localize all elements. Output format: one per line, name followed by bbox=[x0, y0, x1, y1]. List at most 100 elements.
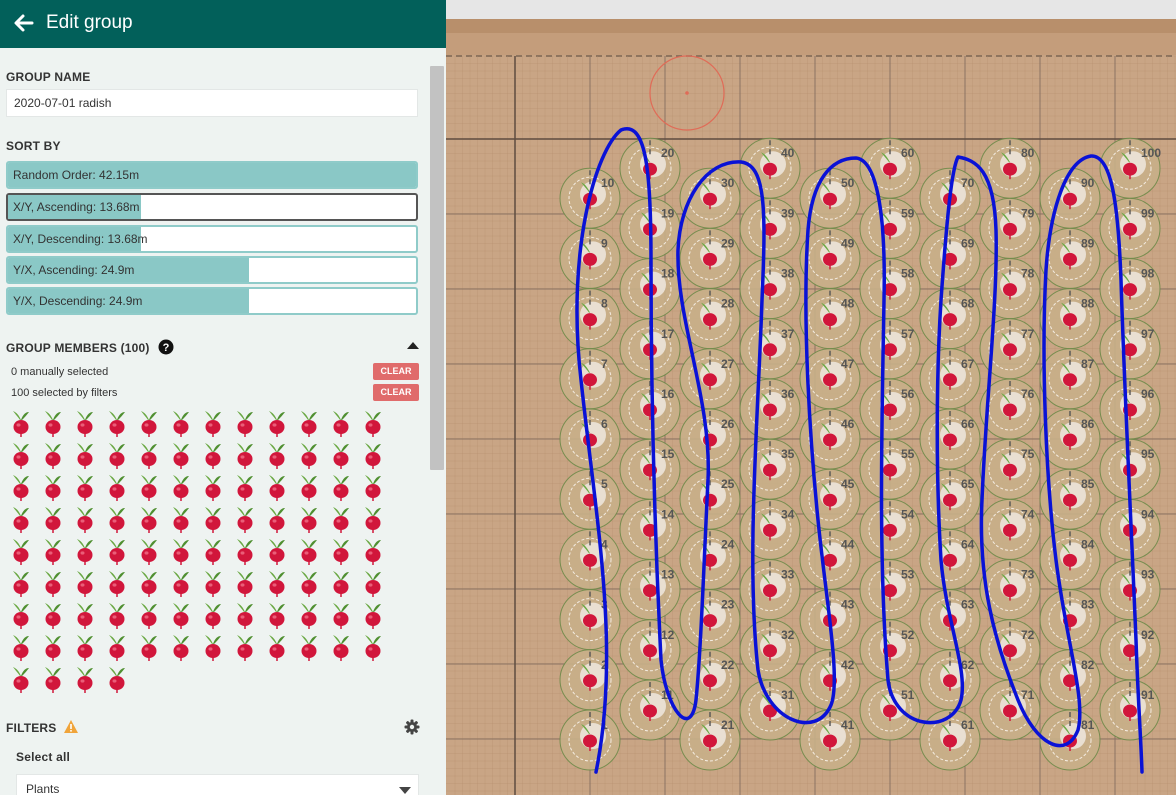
radish-icon[interactable] bbox=[42, 602, 64, 629]
radish-icon[interactable] bbox=[643, 644, 657, 658]
radish-icon[interactable] bbox=[298, 442, 320, 469]
radish-icon[interactable] bbox=[583, 614, 597, 628]
radish-icon[interactable] bbox=[703, 614, 717, 628]
radish-icon[interactable] bbox=[170, 410, 192, 437]
clear-manual-button[interactable]: CLEAR bbox=[373, 363, 419, 380]
radish-icon[interactable] bbox=[1063, 252, 1077, 266]
radish-icon[interactable] bbox=[362, 570, 384, 597]
radish-icon[interactable] bbox=[943, 493, 957, 507]
radish-icon[interactable] bbox=[330, 442, 352, 469]
radish-icon[interactable] bbox=[583, 252, 597, 266]
radish-icon[interactable] bbox=[42, 634, 64, 661]
radish-icon[interactable] bbox=[74, 442, 96, 469]
select-all-label[interactable]: Select all bbox=[16, 750, 70, 764]
radish-icon[interactable] bbox=[943, 433, 957, 447]
plant-type-select[interactable]: Plants bbox=[16, 774, 419, 795]
radish-icon[interactable] bbox=[763, 283, 777, 297]
radish-icon[interactable] bbox=[643, 704, 657, 718]
radish-icon[interactable] bbox=[74, 634, 96, 661]
radish-icon[interactable] bbox=[202, 410, 224, 437]
radish-icon[interactable] bbox=[234, 538, 256, 565]
radish-icon[interactable] bbox=[10, 570, 32, 597]
radish-icon[interactable] bbox=[330, 602, 352, 629]
radish-icon[interactable] bbox=[74, 666, 96, 693]
radish-icon[interactable] bbox=[266, 474, 288, 501]
radish-icon[interactable] bbox=[883, 403, 897, 417]
garden-map[interactable]: 10 9 8 7 6 5 4 3 2 1 20 19 18 17 16 15 14 13 12 11 30 29 28 27 2… bbox=[446, 0, 1176, 795]
radish-icon[interactable] bbox=[330, 634, 352, 661]
sort-option[interactable]: X/Y, Descending: 13.68m bbox=[6, 225, 418, 253]
radish-icon[interactable] bbox=[266, 634, 288, 661]
radish-icon[interactable] bbox=[362, 602, 384, 629]
radish-icon[interactable] bbox=[170, 570, 192, 597]
radish-icon[interactable] bbox=[330, 570, 352, 597]
radish-icon[interactable] bbox=[1003, 222, 1017, 236]
radish-icon[interactable] bbox=[703, 252, 717, 266]
radish-icon[interactable] bbox=[362, 442, 384, 469]
radish-icon[interactable] bbox=[763, 463, 777, 477]
radish-icon[interactable] bbox=[1123, 162, 1137, 176]
radish-icon[interactable] bbox=[138, 506, 160, 533]
radish-icon[interactable] bbox=[266, 570, 288, 597]
radish-icon[interactable] bbox=[266, 442, 288, 469]
radish-icon[interactable] bbox=[138, 634, 160, 661]
back-arrow-icon[interactable] bbox=[12, 12, 34, 34]
radish-icon[interactable] bbox=[234, 442, 256, 469]
radish-icon[interactable] bbox=[10, 410, 32, 437]
radish-icon[interactable] bbox=[10, 474, 32, 501]
radish-icon[interactable] bbox=[10, 634, 32, 661]
radish-icon[interactable] bbox=[42, 474, 64, 501]
radish-icon[interactable] bbox=[10, 602, 32, 629]
radish-icon[interactable] bbox=[943, 313, 957, 327]
radish-icon[interactable] bbox=[170, 538, 192, 565]
radish-icon[interactable] bbox=[234, 474, 256, 501]
radish-icon[interactable] bbox=[1063, 493, 1077, 507]
radish-icon[interactable] bbox=[823, 192, 837, 206]
collapse-chevron-icon[interactable] bbox=[406, 340, 420, 350]
radish-icon[interactable] bbox=[763, 523, 777, 537]
radish-icon[interactable] bbox=[170, 506, 192, 533]
radish-icon[interactable] bbox=[1123, 283, 1137, 297]
radish-icon[interactable] bbox=[10, 442, 32, 469]
radish-icon[interactable] bbox=[298, 474, 320, 501]
radish-icon[interactable] bbox=[234, 602, 256, 629]
radish-icon[interactable] bbox=[10, 506, 32, 533]
sort-option[interactable]: X/Y, Ascending: 13.68m bbox=[6, 193, 418, 221]
radish-icon[interactable] bbox=[266, 506, 288, 533]
radish-icon[interactable] bbox=[643, 403, 657, 417]
radish-icon[interactable] bbox=[883, 463, 897, 477]
radish-icon[interactable] bbox=[823, 493, 837, 507]
radish-icon[interactable] bbox=[1003, 283, 1017, 297]
radish-icon[interactable] bbox=[1063, 373, 1077, 387]
radish-icon[interactable] bbox=[138, 570, 160, 597]
radish-icon[interactable] bbox=[202, 442, 224, 469]
radish-icon[interactable] bbox=[138, 442, 160, 469]
radish-icon[interactable] bbox=[74, 474, 96, 501]
radish-icon[interactable] bbox=[362, 506, 384, 533]
panel-scrollbar-thumb[interactable] bbox=[430, 66, 444, 470]
radish-icon[interactable] bbox=[1003, 584, 1017, 598]
radish-icon[interactable] bbox=[1003, 704, 1017, 718]
radish-icon[interactable] bbox=[106, 506, 128, 533]
radish-icon[interactable] bbox=[703, 313, 717, 327]
radish-icon[interactable] bbox=[42, 442, 64, 469]
radish-icon[interactable] bbox=[234, 410, 256, 437]
radish-icon[interactable] bbox=[170, 474, 192, 501]
radish-icon[interactable] bbox=[883, 584, 897, 598]
radish-icon[interactable] bbox=[823, 734, 837, 748]
clear-filter-button[interactable]: CLEAR bbox=[373, 384, 419, 401]
sort-option[interactable]: Y/X, Descending: 24.9m bbox=[6, 287, 418, 315]
radish-icon[interactable] bbox=[298, 634, 320, 661]
radish-icon[interactable] bbox=[330, 538, 352, 565]
radish-icon[interactable] bbox=[42, 410, 64, 437]
radish-icon[interactable] bbox=[298, 538, 320, 565]
radish-icon[interactable] bbox=[42, 570, 64, 597]
radish-icon[interactable] bbox=[106, 474, 128, 501]
radish-icon[interactable] bbox=[74, 506, 96, 533]
radish-icon[interactable] bbox=[298, 570, 320, 597]
radish-icon[interactable] bbox=[106, 602, 128, 629]
radish-icon[interactable] bbox=[1003, 343, 1017, 357]
radish-icon[interactable] bbox=[883, 343, 897, 357]
radish-icon[interactable] bbox=[138, 602, 160, 629]
radish-icon[interactable] bbox=[883, 222, 897, 236]
